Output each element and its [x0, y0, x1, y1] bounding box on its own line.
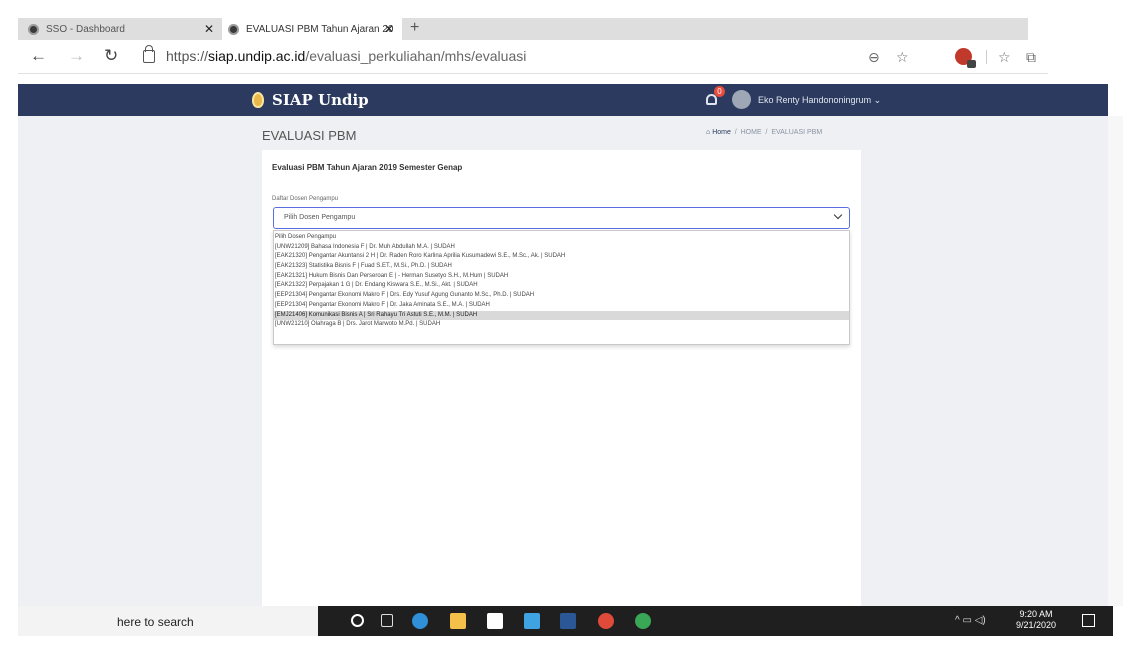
- chrome-alt-icon[interactable]: [635, 613, 651, 629]
- card-title: Evaluasi PBM Tahun Ajaran 2019 Semester …: [272, 163, 463, 172]
- scrollbar-track[interactable]: [1108, 116, 1123, 606]
- zoom-icon[interactable]: ⊖: [868, 49, 880, 66]
- browser-tab[interactable]: SSO - Dashboard ✕: [22, 18, 222, 40]
- site-header: SIAP Undip 0 Eko Renty Handononingrum ⌄: [18, 84, 1108, 116]
- clock[interactable]: 9:20 AM 9/21/2020: [1015, 609, 1057, 631]
- star-icon[interactable]: ☆: [896, 49, 909, 66]
- edge-icon[interactable]: [412, 613, 428, 629]
- dropdown-option[interactable]: [UNW21210] Olahraga B | Drs. Jarot Marwo…: [274, 320, 849, 330]
- lecturer-dropdown-list: Pilih Dosen Pengampu [UNW21209] Bahasa I…: [273, 230, 850, 345]
- favorites-icon[interactable]: ☆: [998, 49, 1011, 66]
- tab-title: EVALUASI PBM Tahun Ajaran 20: [246, 23, 394, 35]
- dropdown-option[interactable]: [EAK21320] Pengantar Akuntansi 2 H | Dr.…: [274, 252, 849, 262]
- brand-title[interactable]: SIAP Undip: [272, 91, 369, 109]
- avatar[interactable]: [732, 90, 751, 109]
- breadcrumb: ⌂ Home / HOME / EVALUASI PBM: [706, 129, 823, 136]
- collections-icon[interactable]: ⧉: [1026, 49, 1036, 66]
- url-prefix: https://: [166, 48, 209, 64]
- taskbar-search-text: here to search: [117, 615, 194, 629]
- screenshot: SSO - Dashboard ✕ EVALUASI PBM Tahun Aja…: [0, 0, 1123, 645]
- user-name: Eko Renty Handononingrum: [758, 95, 872, 105]
- reload-icon[interactable]: ↻: [104, 46, 118, 66]
- extension-icon[interactable]: [955, 48, 976, 68]
- lecturer-select[interactable]: Pilih Dosen Pengampu: [273, 207, 850, 229]
- tab-favicon-icon: [228, 23, 239, 35]
- tab-favicon-icon: [28, 23, 39, 35]
- tab-title: SSO - Dashboard: [46, 23, 125, 35]
- mail-icon[interactable]: [524, 613, 540, 629]
- dropdown-option[interactable]: [EEP21304] Pengantar Ekonomi Makro F | D…: [274, 291, 849, 301]
- select-value: Pilih Dosen Pengampu: [284, 214, 356, 221]
- dropdown-option[interactable]: [EAK21322] Perpajakan 1 G | Dr. Endang K…: [274, 281, 849, 291]
- chrome-icon[interactable]: [598, 613, 614, 629]
- undip-logo-icon: [252, 92, 264, 108]
- clock-date: 9/21/2020: [1015, 620, 1057, 630]
- dropdown-option[interactable]: [EAK21323] Statistika Bisnis F | Fuad S.…: [274, 262, 849, 272]
- tab-close-icon[interactable]: ✕: [204, 22, 214, 36]
- page-title: EVALUASI PBM: [262, 128, 357, 143]
- forward-icon[interactable]: →: [68, 46, 85, 66]
- toolbar-divider: [986, 50, 987, 64]
- page-content: EVALUASI PBM ⌂ Home / HOME / EVALUASI PB…: [18, 116, 1108, 606]
- dropdown-option[interactable]: [EAK21321] Hukum Bisnis Dan Perseroan E …: [274, 272, 849, 282]
- dropdown-option[interactable]: Pilih Dosen Pengampu: [274, 233, 849, 243]
- notification-badge: 0: [714, 86, 725, 97]
- file-explorer-icon[interactable]: [450, 613, 466, 629]
- url-host: siap.undip.ac.id: [208, 48, 306, 64]
- system-tray-icons[interactable]: ^ ▭ ◁): [955, 615, 986, 626]
- word-icon[interactable]: [560, 613, 576, 629]
- browser-toolbar: ← → ↻ https://siap.undip.ac.id/evaluasi_…: [18, 40, 1048, 74]
- chevron-down-icon: [833, 210, 843, 220]
- url-path: /evaluasi_perkuliahan/mhs/evaluasi: [305, 48, 527, 64]
- breadcrumb-parent[interactable]: HOME: [741, 129, 762, 136]
- taskbar-search[interactable]: here to search: [18, 606, 318, 636]
- user-menu[interactable]: Eko Renty Handononingrum ⌄: [758, 95, 881, 106]
- dropdown-option[interactable]: [EEP21304] Pengantar Ekonomi Makro F | D…: [274, 301, 849, 311]
- address-bar[interactable]: https://siap.undip.ac.id/evaluasi_perkul…: [166, 48, 526, 64]
- store-icon[interactable]: [487, 613, 503, 629]
- browser-tab-active[interactable]: EVALUASI PBM Tahun Ajaran 20 ✕: [222, 18, 402, 40]
- task-view-icon[interactable]: [381, 614, 393, 627]
- dropdown-option-highlighted[interactable]: [EMJ21406] Komunikasi Bisnis A | Sri Rah…: [274, 310, 849, 321]
- field-label: Daftar Dosen Pengampu: [272, 196, 339, 202]
- dropdown-option[interactable]: [UNW21209] Bahasa Indonesia F | Dr. Muh …: [274, 243, 849, 253]
- start-icon[interactable]: [351, 614, 364, 627]
- evaluation-card: Evaluasi PBM Tahun Ajaran 2019 Semester …: [262, 150, 861, 606]
- windows-taskbar: here to search ^ ▭ ◁) 9:20 AM 9/21/2020: [18, 606, 1113, 636]
- new-tab-icon[interactable]: +: [410, 19, 419, 37]
- notification-center-icon[interactable]: [1082, 614, 1095, 627]
- lock-icon[interactable]: [143, 45, 155, 63]
- tab-close-icon[interactable]: ✕: [384, 22, 394, 36]
- back-icon[interactable]: ←: [30, 46, 47, 66]
- clock-time: 9:20 AM: [1019, 609, 1053, 619]
- breadcrumb-home-label: Home: [712, 129, 731, 136]
- breadcrumb-current: EVALUASI PBM: [771, 129, 823, 136]
- browser-tab-strip: SSO - Dashboard ✕ EVALUASI PBM Tahun Aja…: [18, 18, 1028, 40]
- home-icon: ⌂: [706, 129, 711, 136]
- breadcrumb-home[interactable]: ⌂ Home: [706, 129, 731, 136]
